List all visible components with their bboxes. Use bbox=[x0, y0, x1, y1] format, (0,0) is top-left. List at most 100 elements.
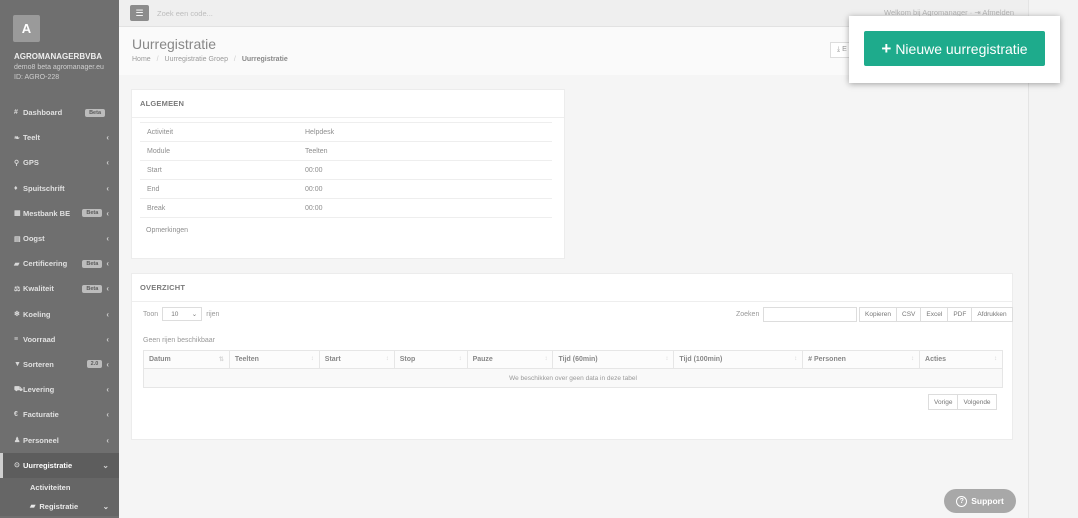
kwaliteit-icon: ⚖ bbox=[14, 285, 21, 293]
sidebar-item-sorteren[interactable]: ▼ Sorteren 2.0 ‹ bbox=[0, 352, 119, 377]
column-header[interactable]: Datum ⇅ bbox=[143, 350, 230, 369]
support-button[interactable]: ? Support bbox=[944, 489, 1016, 513]
hamburger-icon: ☰ bbox=[135, 7, 144, 18]
sidebar-item-label: Kwaliteit bbox=[23, 284, 54, 294]
new-registration-popup: + Nieuwe uurregistratie bbox=[849, 16, 1060, 83]
detail-value: 00:00 bbox=[305, 204, 323, 212]
breadcrumb-group[interactable]: Uurregistratie Groep bbox=[165, 56, 228, 63]
export-kopieren-button[interactable]: Kopieren bbox=[859, 307, 898, 322]
new-uurregistratie-button[interactable]: + Nieuwe uurregistratie bbox=[864, 31, 1045, 66]
column-header[interactable]: Teelten ↕ bbox=[228, 350, 320, 369]
sidebar-item-personeel[interactable]: ♟ Personeel ‹ bbox=[0, 427, 119, 452]
status-badge: Beta bbox=[82, 284, 103, 293]
mestbank-be-icon: ▦ bbox=[14, 210, 21, 218]
sidebar-item-dashboard[interactable]: # Dashboard Beta bbox=[0, 100, 119, 125]
sidebar-item-facturatie[interactable]: € Facturatie ‹ bbox=[0, 402, 119, 427]
sidebar-item-label: Facturatie bbox=[23, 410, 59, 420]
detail-value: 00:00 bbox=[305, 166, 323, 174]
table-row: We beschikken over geen data in deze tab… bbox=[143, 368, 1003, 388]
sidebar-item-kwaliteit[interactable]: ⚖ Kwaliteit Beta ‹ bbox=[0, 276, 119, 301]
detail-key: Break bbox=[147, 204, 166, 212]
sidebar-item-label: GPS bbox=[23, 158, 39, 168]
company-logo: A bbox=[13, 15, 40, 42]
column-header[interactable]: Stop ↕ bbox=[393, 350, 468, 369]
sidebar-item-levering[interactable]: ⛟ Levering ‹ bbox=[0, 377, 119, 402]
table-search-input[interactable] bbox=[763, 307, 857, 322]
column-header[interactable]: Pauze ↕ bbox=[466, 350, 554, 369]
sidebar-item-label: Levering bbox=[23, 385, 55, 395]
export-label: E bbox=[842, 46, 847, 53]
sidebar-item-certificering[interactable]: ▰ Certificering Beta ‹ bbox=[0, 251, 119, 276]
page-size-control: Toon 10 ⌄ rijen bbox=[143, 307, 219, 321]
sidebar-subitem-registratie[interactable]: ▰ Registratie ⌄ bbox=[0, 497, 119, 516]
detail-value: 00:00 bbox=[305, 185, 323, 193]
sidebar-item-teelt[interactable]: ❧ Teelt ‹ bbox=[0, 125, 119, 150]
menu-toggle-button[interactable]: ☰ bbox=[130, 5, 149, 21]
column-header[interactable]: Acties ↕ bbox=[919, 350, 1003, 369]
page-size-select[interactable]: 10 ⌄ bbox=[162, 307, 203, 321]
sidebar-item-koeling[interactable]: ❄ Koeling ‹ bbox=[0, 302, 119, 327]
export-pdf-button[interactable]: PDF bbox=[947, 307, 973, 322]
column-header[interactable]: Start ↕ bbox=[318, 350, 395, 369]
code-search-input[interactable] bbox=[157, 6, 357, 21]
prev-page-button[interactable]: Vorige bbox=[928, 394, 959, 410]
support-label: Support bbox=[971, 496, 1004, 506]
chevron-icon: ‹ bbox=[106, 309, 109, 319]
sidebar-item-label: Spuitschrift bbox=[23, 183, 65, 193]
sidebar-item-voorraad[interactable]: ≡ Voorraad ‹ bbox=[0, 327, 119, 352]
sidebar-item-uurregistratie[interactable]: ⊙ Uurregistratie ⌄ bbox=[0, 452, 119, 478]
sort-icon: ↕ bbox=[911, 356, 915, 362]
plus-icon: + bbox=[881, 39, 892, 58]
sorteren-icon: ▼ bbox=[14, 360, 21, 368]
uurregistratie-submenu: Activiteiten ▰ Registratie ⌄ bbox=[0, 477, 119, 516]
detail-value: Teelten bbox=[305, 147, 328, 155]
detail-row: Break 00:00 bbox=[140, 198, 552, 217]
sidebar-item-label: Personeel bbox=[23, 435, 59, 445]
sidebar-item-label: Mestbank BE bbox=[23, 208, 71, 218]
company-domain: demo8 beta agromanager.eu bbox=[14, 64, 104, 71]
sort-icon: ↕ bbox=[544, 356, 548, 362]
breadcrumb-separator: / bbox=[233, 56, 236, 63]
sidebar: A AGROMANAGERBVBA demo8 beta agromanager… bbox=[0, 0, 119, 518]
column-header[interactable]: Tijd (60min) ↕ bbox=[552, 350, 675, 369]
export-afdrukken-button[interactable]: Afdrukken bbox=[971, 307, 1013, 322]
chevron-icon: ‹ bbox=[106, 133, 109, 143]
dashboard-icon: # bbox=[14, 109, 18, 117]
breadcrumb-home[interactable]: Home bbox=[132, 56, 151, 63]
algemeen-title: ALGEMEEN bbox=[132, 90, 564, 118]
chevron-icon: ‹ bbox=[106, 410, 109, 420]
status-badge: Beta bbox=[85, 108, 105, 117]
sidebar-item-gps[interactable]: ⚲ GPS ‹ bbox=[0, 150, 119, 175]
export-excel-button[interactable]: Excel bbox=[920, 307, 949, 322]
sidebar-item-label: Teelt bbox=[23, 133, 40, 143]
sidebar-item-label: Sorteren bbox=[23, 359, 54, 369]
chevron-icon: ‹ bbox=[106, 385, 109, 395]
column-header[interactable]: Tijd (100min) ↕ bbox=[673, 350, 804, 369]
certificering-icon: ▰ bbox=[14, 260, 20, 268]
sidebar-subitem-activiteiten[interactable]: Activiteiten bbox=[0, 478, 119, 497]
sidebar-subitem-label: Activiteiten bbox=[30, 482, 71, 492]
chevron-icon: ⌄ bbox=[102, 460, 109, 470]
voorraad-icon: ≡ bbox=[14, 335, 19, 343]
export-csv-button[interactable]: CSV bbox=[896, 307, 922, 322]
sort-icon: ↕ bbox=[310, 356, 314, 362]
pagination: Vorige Volgende bbox=[928, 394, 997, 410]
sidebar-item-mestbank-be[interactable]: ▦ Mestbank BE Beta ‹ bbox=[0, 201, 119, 226]
sort-icon: ↕ bbox=[665, 356, 669, 362]
sidebar-item-oogst[interactable]: ▤ Oogst ‹ bbox=[0, 226, 119, 251]
page-size-value: 10 bbox=[171, 310, 179, 318]
column-label: Tijd (100min) bbox=[679, 356, 723, 363]
teelt-icon: ❧ bbox=[14, 134, 20, 142]
table-info: Geen rijen beschikbaar bbox=[143, 337, 215, 344]
next-page-button[interactable]: Volgende bbox=[957, 394, 997, 410]
chevron-icon: ‹ bbox=[106, 234, 109, 244]
company-name: AGROMANAGERBVBA bbox=[14, 52, 102, 61]
koeling-icon: ❄ bbox=[14, 311, 20, 319]
company-id: ID: AGRO-228 bbox=[14, 74, 60, 81]
column-label: Datum bbox=[149, 356, 171, 363]
folder-icon: ▰ bbox=[30, 503, 36, 511]
status-badge: 2.0 bbox=[86, 360, 103, 369]
sidebar-item-spuitschrift[interactable]: ♦ Spuitschrift ‹ bbox=[0, 176, 119, 201]
column-header[interactable]: # Personen ↕ bbox=[802, 350, 921, 369]
new-uurregistratie-label: Nieuwe uurregistratie bbox=[895, 40, 1028, 57]
